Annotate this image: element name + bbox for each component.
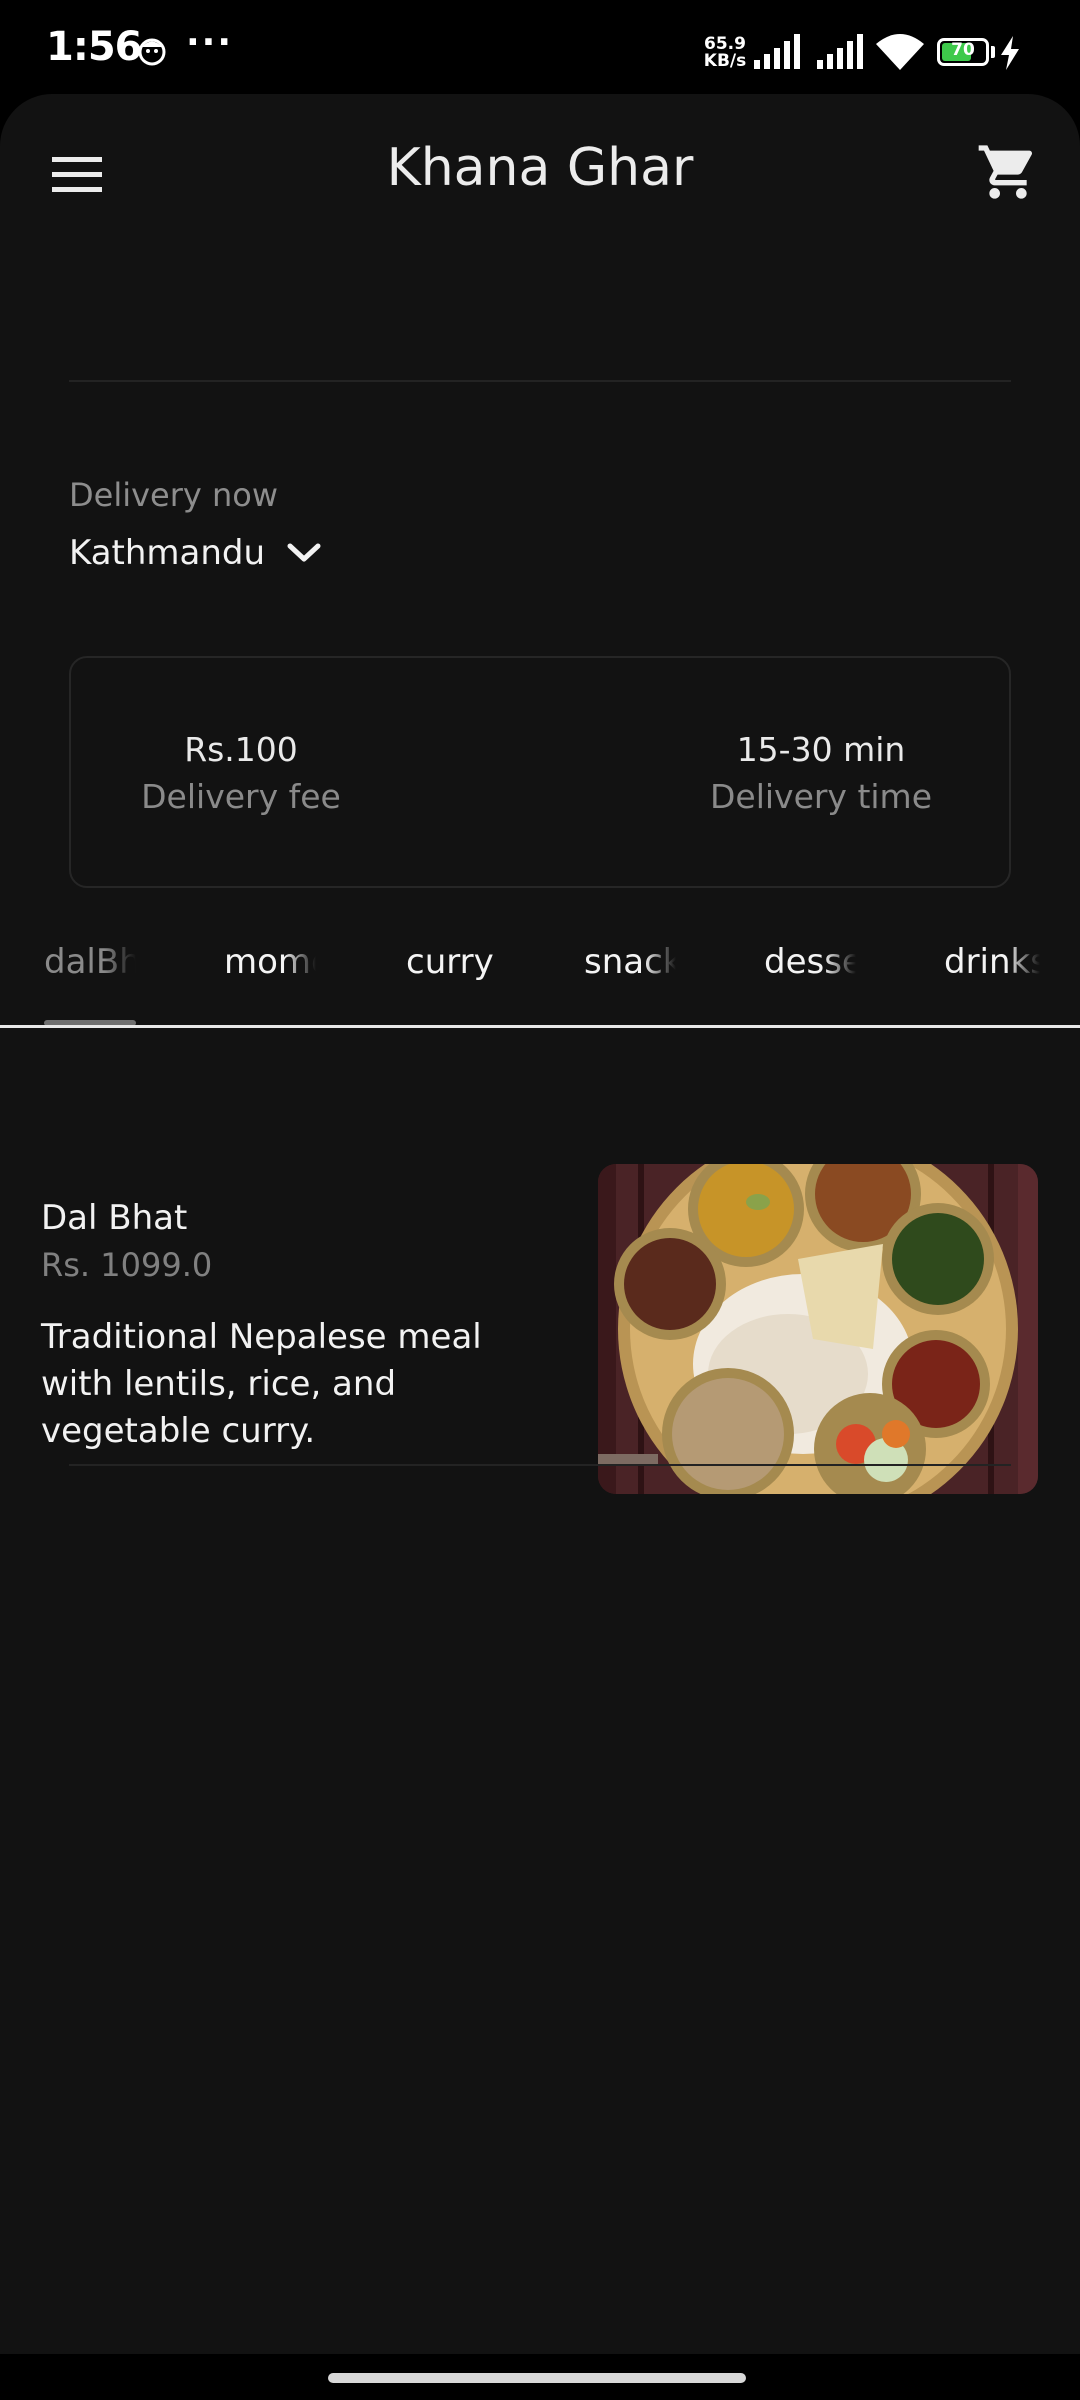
- delivery-fee-value: Rs.100: [184, 730, 298, 769]
- home-indicator[interactable]: [328, 2373, 746, 2383]
- battery-level: 70: [951, 40, 975, 60]
- battery-tip: [991, 46, 995, 58]
- delivery-fee: Rs.100 Delivery fee: [131, 728, 351, 822]
- menu-item-name: Dal Bhat: [41, 1198, 188, 1238]
- tab-snacks[interactable]: snacks: [584, 942, 676, 992]
- menu-item-card[interactable]: Dal Bhat Rs. 1099.0 Traditional Nepalese…: [0, 1134, 1080, 1494]
- delivery-time: 15-30 min Delivery time: [691, 728, 951, 822]
- tab-dessert[interactable]: dessert: [764, 942, 856, 992]
- delivery-fee-label: Delivery fee: [141, 777, 341, 816]
- cell-signal-icon: [754, 34, 800, 69]
- delivery-label: Delivery now: [69, 476, 279, 514]
- app-title: Khana Ghar: [386, 138, 694, 198]
- menu-item-description: Traditional Nepalese meal with lentils, …: [41, 1317, 482, 1451]
- wifi-icon: [876, 34, 924, 70]
- tab-curry[interactable]: curry: [406, 942, 516, 992]
- location-dropdown[interactable]: Kathmandu: [69, 528, 321, 578]
- battery-icon: 70: [937, 38, 989, 66]
- status-bar: 1:56 ··· 65.9 KB/s 70: [0, 0, 1080, 96]
- delivery-time-value: 15-30 min: [736, 730, 906, 769]
- tabs-divider: [0, 1025, 1080, 1028]
- chevron-down-icon: [287, 543, 321, 562]
- shopping-cart-icon[interactable]: [976, 140, 1040, 204]
- location-value: Kathmandu: [69, 533, 266, 573]
- notification-face-icon: [138, 38, 166, 66]
- category-tabs: dalBhat momo curry snacks dessert drinks: [0, 908, 1080, 1026]
- cell-signal-2-icon: [817, 34, 863, 69]
- status-time: 1:56: [46, 24, 142, 70]
- delivery-time-label: Delivery time: [709, 777, 933, 816]
- network-speed-unit: KB/s: [703, 51, 747, 71]
- charging-bolt-icon: [1001, 36, 1019, 70]
- tab-dalbhat[interactable]: dalBhat: [44, 942, 136, 992]
- more-notifications-icon: ···: [186, 22, 234, 63]
- app-container: Khana Ghar Delivery now Kathmandu Rs.100…: [0, 94, 1080, 2400]
- menu-item-price: Rs. 1099.0: [41, 1246, 213, 1284]
- menu-item-image: [598, 1164, 1038, 1494]
- tab-momo[interactable]: momo: [224, 942, 316, 992]
- delivery-info-card: Rs.100 Delivery fee 15-30 min Delivery t…: [69, 656, 1011, 888]
- section-divider: [69, 380, 1011, 382]
- item-divider: [69, 1464, 1011, 1466]
- tab-drinks[interactable]: drinks: [944, 942, 1040, 992]
- network-speed: 65.9 KB/s: [700, 36, 750, 70]
